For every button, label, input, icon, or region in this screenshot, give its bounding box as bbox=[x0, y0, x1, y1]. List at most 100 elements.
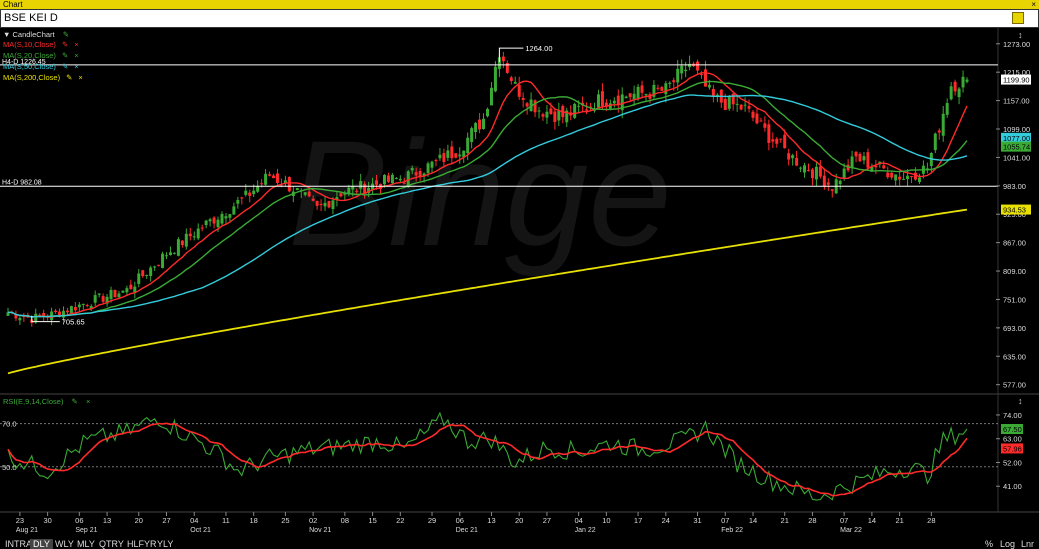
timeframe-dly[interactable]: DLY bbox=[30, 539, 53, 549]
remove-icon[interactable]: × bbox=[86, 397, 90, 406]
candle bbox=[307, 191, 311, 197]
candle bbox=[145, 274, 149, 276]
candle bbox=[402, 182, 406, 184]
candle bbox=[176, 239, 180, 256]
candle bbox=[902, 178, 906, 180]
remove-icon[interactable]: × bbox=[78, 73, 82, 82]
legend-ma-3[interactable]: MA(S,200,Close) ✎ × bbox=[3, 73, 83, 82]
date-tick-label: 07 bbox=[721, 516, 729, 525]
scale-toggle-0[interactable]: % bbox=[985, 539, 993, 549]
edit-icon[interactable]: ✎ bbox=[72, 397, 78, 406]
edit-icon[interactable]: ✎ bbox=[66, 73, 72, 82]
candle bbox=[141, 270, 145, 277]
candle bbox=[264, 173, 268, 185]
legend-rsi[interactable]: RSI(E,9,14,Close) ✎ × bbox=[3, 397, 90, 406]
candle bbox=[795, 157, 799, 166]
candle bbox=[668, 82, 672, 84]
timeframe-mly[interactable]: MLY bbox=[74, 539, 98, 549]
candle bbox=[81, 303, 85, 305]
candle bbox=[161, 253, 165, 269]
candle bbox=[382, 174, 386, 185]
candle bbox=[585, 109, 589, 111]
candle bbox=[826, 182, 830, 185]
candle bbox=[723, 98, 727, 110]
candle bbox=[890, 172, 894, 178]
candle bbox=[767, 124, 771, 144]
timeframe-qtry[interactable]: QTRY bbox=[96, 539, 127, 549]
candle bbox=[319, 204, 323, 206]
candle bbox=[125, 288, 129, 293]
candle bbox=[628, 93, 632, 98]
candle bbox=[759, 120, 763, 122]
candle bbox=[355, 190, 359, 192]
candle bbox=[525, 103, 529, 107]
symbol-input[interactable]: BSE KEI D bbox=[0, 9, 1039, 28]
candle bbox=[739, 104, 743, 110]
legend-ma-2[interactable]: MA(S,50,Close) ✎ × bbox=[3, 62, 79, 71]
candle bbox=[830, 189, 834, 191]
legend-ma-label: MA(S,50,Close) bbox=[3, 62, 56, 71]
candle bbox=[228, 214, 232, 218]
edit-icon[interactable]: ✎ bbox=[63, 30, 69, 39]
remove-icon[interactable]: × bbox=[74, 62, 78, 71]
price-tick-label: 635.00 bbox=[1003, 352, 1026, 361]
candle bbox=[117, 293, 121, 298]
legend-ma-1[interactable]: MA(S,20,Close) ✎ × bbox=[3, 51, 79, 60]
candle bbox=[549, 108, 553, 115]
timeframe-yly[interactable]: YLY bbox=[154, 539, 176, 549]
candle bbox=[537, 110, 541, 112]
candle bbox=[600, 91, 604, 107]
candle bbox=[763, 123, 767, 128]
date-tick-label: 13 bbox=[487, 516, 495, 525]
date-tick-label: 02 bbox=[309, 516, 317, 525]
close-icon[interactable]: × bbox=[1031, 0, 1036, 9]
edit-icon[interactable]: ✎ bbox=[62, 40, 68, 49]
candle bbox=[882, 165, 886, 169]
candle bbox=[489, 87, 493, 106]
candle bbox=[315, 200, 319, 206]
candle bbox=[188, 233, 192, 237]
pin-icon[interactable] bbox=[1012, 12, 1024, 24]
candle bbox=[268, 174, 272, 176]
candle bbox=[664, 83, 668, 95]
candle bbox=[69, 306, 73, 314]
candle bbox=[660, 87, 664, 91]
candle bbox=[596, 94, 600, 108]
remove-icon[interactable]: × bbox=[74, 51, 78, 60]
candle bbox=[791, 155, 795, 159]
date-tick-label: 14 bbox=[749, 516, 757, 525]
candle bbox=[751, 111, 755, 118]
candle bbox=[509, 77, 513, 82]
candle bbox=[474, 122, 478, 133]
edit-icon[interactable]: ✎ bbox=[62, 62, 68, 71]
remove-icon[interactable]: × bbox=[74, 40, 78, 49]
candle bbox=[426, 163, 430, 174]
date-tick-label: 29 bbox=[428, 516, 436, 525]
candle bbox=[945, 103, 949, 115]
scale-toggle-2[interactable]: Lnr bbox=[1021, 539, 1034, 549]
candle bbox=[775, 138, 779, 144]
candle bbox=[838, 180, 842, 185]
scale-toggle-1[interactable]: Log bbox=[1000, 539, 1015, 549]
date-tick-label: 30 bbox=[43, 516, 51, 525]
candle bbox=[493, 66, 497, 92]
date-tick-label: 04 bbox=[190, 516, 198, 525]
candle bbox=[482, 118, 486, 130]
candle bbox=[783, 134, 787, 149]
price-chart[interactable]: Binge H4-D 982.08H4-D 1226.45 1264.00705… bbox=[0, 28, 1039, 539]
candle bbox=[854, 151, 858, 157]
legend-ma-0[interactable]: MA(S,10,Close) ✎ × bbox=[3, 40, 79, 49]
candle bbox=[248, 192, 252, 196]
candle bbox=[394, 178, 398, 180]
legend-candle[interactable]: ▼ CandleChart ✎ bbox=[3, 30, 69, 39]
edit-icon[interactable]: ✎ bbox=[62, 51, 68, 60]
candle bbox=[196, 228, 200, 239]
rsi-badge-label: 67.50 bbox=[1003, 425, 1022, 434]
rsi-tick-label: 41.00 bbox=[1003, 482, 1022, 491]
candle bbox=[434, 160, 438, 162]
candle bbox=[101, 296, 105, 302]
candle bbox=[77, 304, 81, 308]
candle bbox=[295, 187, 299, 191]
candle bbox=[200, 227, 204, 229]
candle bbox=[517, 85, 521, 97]
